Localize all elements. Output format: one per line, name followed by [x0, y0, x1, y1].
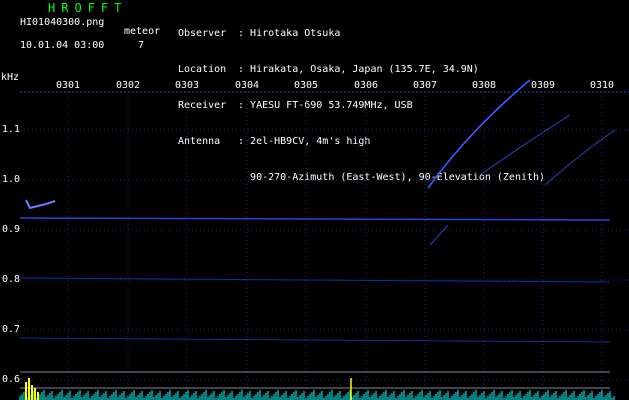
- sweep-trace-4: [429, 224, 449, 246]
- x-tick-label: 0304: [235, 80, 260, 91]
- y-tick-label: 1.0: [2, 174, 21, 185]
- meteor-bar-cluster: [25, 378, 39, 400]
- sweep-trace-3: [544, 129, 616, 186]
- x-tick-label: 0303: [175, 80, 200, 91]
- static-line-2: [19, 337, 611, 343]
- spectrogram: [19, 79, 629, 400]
- sweep-trace-1: [427, 79, 531, 189]
- y-tick-label: 1.1: [2, 124, 21, 135]
- y-tick-label: 0.9: [2, 224, 21, 235]
- y-tick-label: 0.7: [2, 324, 21, 335]
- sweep-trace-2: [479, 114, 571, 176]
- x-tick-label: 0308: [472, 80, 497, 91]
- x-tick-label: 0301: [56, 80, 81, 91]
- x-tick-label: 0306: [354, 80, 379, 91]
- noise-floor: [19, 390, 615, 400]
- y-tick-label: 0.8: [2, 274, 21, 285]
- y-tick-label: 0.6: [2, 374, 21, 385]
- x-tick-label: 0310: [590, 80, 615, 91]
- x-tick-label: 0307: [413, 80, 438, 91]
- x-tick-label: 0305: [294, 80, 319, 91]
- x-tick-label: 0309: [531, 80, 556, 91]
- carrier-line: [19, 217, 611, 221]
- x-tick-label: 0302: [116, 80, 141, 91]
- meteor-echo: [25, 199, 56, 210]
